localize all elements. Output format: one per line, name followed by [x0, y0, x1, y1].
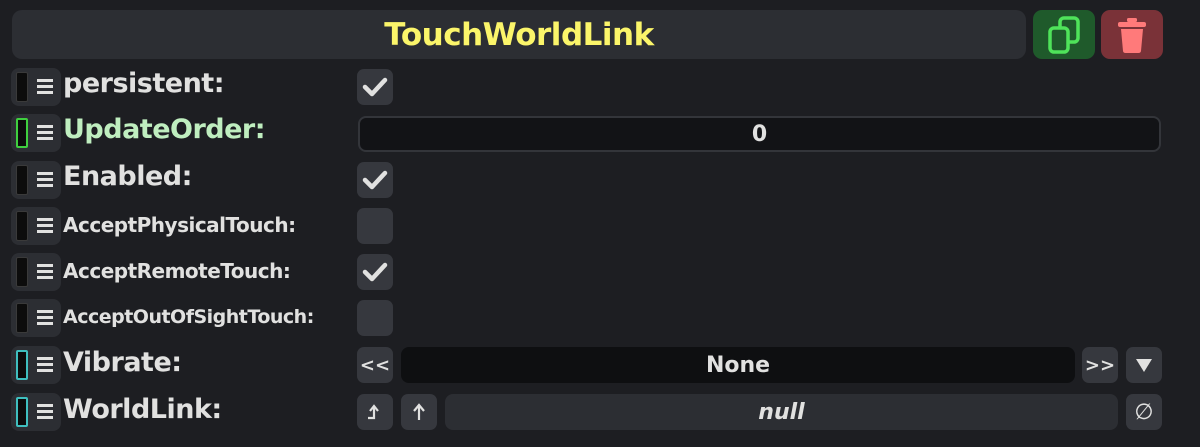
component-header: TouchWorldLink: [12, 10, 1026, 59]
open-inspector-icon: [368, 404, 379, 420]
reference-slot-icon[interactable]: [16, 257, 28, 287]
hamburger-icon: [37, 357, 53, 373]
enabled-checkbox[interactable]: [357, 162, 393, 198]
vibrate-dropdown-button[interactable]: [1126, 347, 1162, 383]
component-title: TouchWorldLink: [384, 16, 654, 53]
accept-physical-touch-checkbox[interactable]: [357, 208, 393, 244]
hamburger-icon: [37, 264, 53, 280]
reference-slot-icon[interactable]: [16, 303, 28, 333]
up-arrow-icon: [413, 403, 425, 420]
field-label-vibrate: Vibrate:: [63, 347, 182, 378]
accept-out-of-sight-touch-checkbox[interactable]: [357, 300, 393, 336]
reference-slot-icon[interactable]: [16, 118, 28, 148]
vibrate-next-button[interactable]: >>: [1082, 347, 1118, 383]
reference-slot-icon[interactable]: [16, 397, 28, 427]
world-link-value[interactable]: null: [445, 394, 1118, 430]
reference-slot-icon[interactable]: [16, 211, 28, 241]
reference-slot-icon[interactable]: [16, 72, 28, 102]
vibrate-value: None: [401, 347, 1075, 383]
field-label-world-link: WorldLink:: [63, 394, 222, 425]
open-inspector-button[interactable]: [357, 394, 393, 430]
checkmark-icon: [362, 77, 388, 97]
duplicate-icon: [1048, 15, 1080, 54]
hamburger-icon: [37, 310, 53, 326]
accept-remote-touch-checkbox[interactable]: [357, 254, 393, 290]
drag-handle[interactable]: [11, 299, 61, 337]
drag-handle[interactable]: [11, 253, 61, 291]
field-label-accept-out-of-sight-touch: AcceptOutOfSightTouch:: [63, 306, 314, 328]
update-order-input[interactable]: 0: [358, 116, 1161, 152]
hamburger-icon: [37, 172, 53, 188]
hamburger-icon: [37, 404, 53, 420]
hamburger-icon: [37, 79, 53, 95]
field-label-persistent: persistent:: [63, 68, 225, 99]
drag-handle[interactable]: [11, 161, 61, 199]
jump-to-button[interactable]: [401, 394, 437, 430]
delete-button[interactable]: [1101, 10, 1163, 59]
field-label-accept-remote-touch: AcceptRemoteTouch:: [63, 259, 291, 283]
reference-slot-icon[interactable]: [16, 350, 28, 380]
persistent-checkbox[interactable]: [357, 69, 393, 105]
drag-handle[interactable]: [11, 68, 61, 106]
dropdown-arrow-icon: [1136, 359, 1152, 372]
drag-handle[interactable]: [11, 114, 61, 152]
drag-handle[interactable]: [11, 207, 61, 245]
field-label-enabled: Enabled:: [63, 161, 192, 192]
trash-icon: [1118, 17, 1146, 53]
duplicate-button[interactable]: [1033, 10, 1095, 59]
hamburger-icon: [37, 218, 53, 234]
drag-handle[interactable]: [11, 346, 61, 384]
checkmark-icon: [362, 262, 388, 282]
drag-handle[interactable]: [11, 393, 61, 431]
field-label-accept-physical-touch: AcceptPhysicalTouch:: [63, 213, 296, 237]
vibrate-prev-button[interactable]: <<: [357, 347, 393, 383]
hamburger-icon: [37, 125, 53, 141]
reference-slot-icon[interactable]: [16, 165, 28, 195]
clear-reference-button[interactable]: ∅: [1126, 394, 1162, 430]
field-label-update-order: UpdateOrder:: [63, 114, 266, 145]
checkmark-icon: [362, 170, 388, 190]
